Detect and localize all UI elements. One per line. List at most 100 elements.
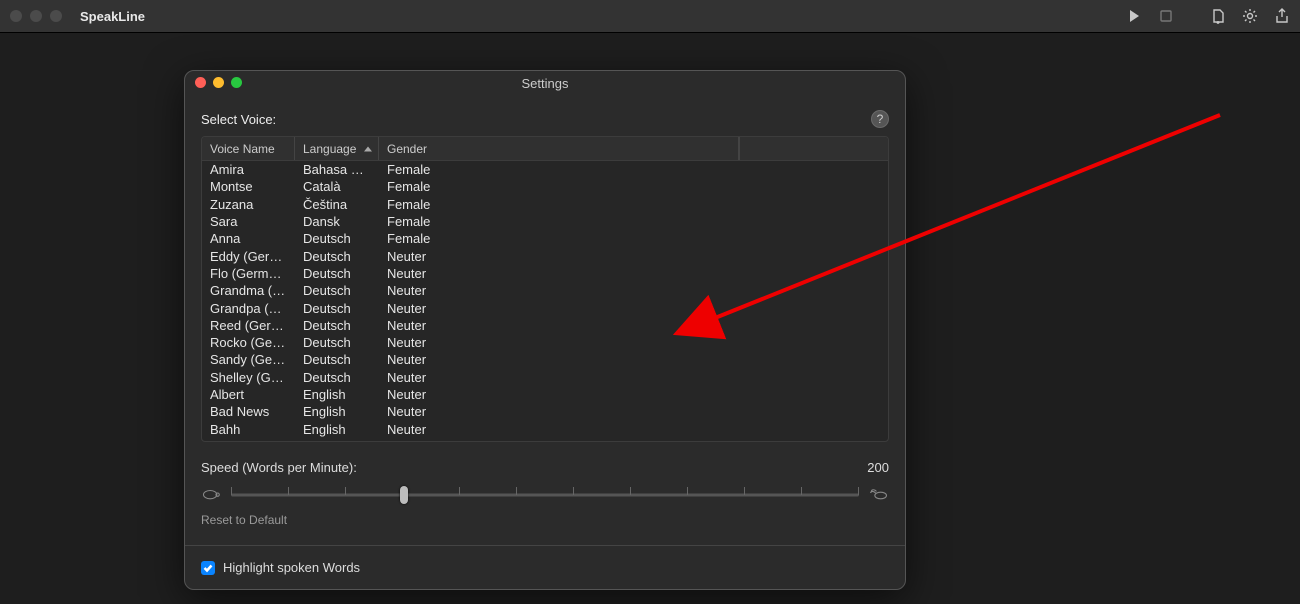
table-row[interactable]: Grandpa (Ge…DeutschNeuter xyxy=(202,299,888,316)
turtle-icon xyxy=(201,488,221,502)
cell-gender: Female xyxy=(379,197,888,212)
app-title: SpeakLine xyxy=(80,9,145,24)
settings-window: Settings Select Voice: ? Voice Name Lang… xyxy=(184,70,906,590)
highlight-label: Highlight spoken Words xyxy=(223,560,360,575)
table-row[interactable]: BahhEnglishNeuter xyxy=(202,420,888,437)
cell-language: Deutsch xyxy=(295,352,379,367)
cell-language: Deutsch xyxy=(295,335,379,350)
divider xyxy=(185,545,905,546)
cell-gender: Female xyxy=(379,214,888,229)
select-voice-label: Select Voice: xyxy=(201,112,276,127)
cell-gender: Neuter xyxy=(379,249,888,264)
stop-icon[interactable] xyxy=(1158,8,1174,24)
close-icon[interactable] xyxy=(10,10,22,22)
cell-gender: Neuter xyxy=(379,352,888,367)
column-label: Voice Name xyxy=(210,142,275,156)
cell-voice-name: Albert xyxy=(202,387,295,402)
highlight-checkbox[interactable] xyxy=(201,561,215,575)
cell-gender: Neuter xyxy=(379,318,888,333)
minimize-icon[interactable] xyxy=(30,10,42,22)
reset-to-default-button[interactable]: Reset to Default xyxy=(201,513,889,527)
cell-gender: Neuter xyxy=(379,370,888,385)
cell-gender: Female xyxy=(379,231,888,246)
cell-voice-name: Shelley (Ger… xyxy=(202,370,295,385)
cell-language: English xyxy=(295,422,379,437)
table-row[interactable]: MontseCatalàFemale xyxy=(202,178,888,195)
table-row[interactable]: Eddy (Germa…DeutschNeuter xyxy=(202,247,888,264)
table-row[interactable]: AnnaDeutschFemale xyxy=(202,230,888,247)
column-language[interactable]: Language xyxy=(295,137,379,160)
voice-table: Voice Name Language Gender AmiraBahasa M… xyxy=(201,136,889,442)
cell-language: Deutsch xyxy=(295,231,379,246)
cell-voice-name: Grandpa (Ge… xyxy=(202,301,295,316)
voice-table-header: Voice Name Language Gender xyxy=(202,137,888,161)
cell-voice-name: Flo (German (… xyxy=(202,266,295,281)
voice-table-body[interactable]: AmiraBahasa Mel…FemaleMontseCatalàFemale… xyxy=(202,161,888,441)
settings-titlebar[interactable]: Settings xyxy=(185,71,905,88)
column-spacer xyxy=(739,137,888,160)
column-label: Language xyxy=(303,142,356,156)
table-row[interactable]: Sandy (Germ…DeutschNeuter xyxy=(202,351,888,368)
speed-value: 200 xyxy=(867,460,889,475)
gear-icon[interactable] xyxy=(1242,8,1258,24)
table-row[interactable]: ZuzanaČeštinaFemale xyxy=(202,196,888,213)
cell-voice-name: Sandy (Germ… xyxy=(202,352,295,367)
cell-gender: Neuter xyxy=(379,266,888,281)
cell-language: Deutsch xyxy=(295,283,379,298)
window-controls[interactable] xyxy=(10,10,62,22)
table-row[interactable]: Flo (German (…DeutschNeuter xyxy=(202,265,888,282)
column-label: Gender xyxy=(387,142,427,156)
cell-language: Deutsch xyxy=(295,301,379,316)
cell-gender: Neuter xyxy=(379,335,888,350)
cell-language: Deutsch xyxy=(295,318,379,333)
settings-title: Settings xyxy=(185,76,905,91)
cell-language: Čeština xyxy=(295,197,379,212)
table-row[interactable]: Shelley (Ger…DeutschNeuter xyxy=(202,369,888,386)
cell-gender: Neuter xyxy=(379,283,888,298)
cell-voice-name: Grandma (Ge… xyxy=(202,283,295,298)
speed-slider[interactable] xyxy=(231,485,859,505)
help-button[interactable]: ? xyxy=(871,110,889,128)
cell-gender: Neuter xyxy=(379,422,888,437)
slider-thumb[interactable] xyxy=(400,486,408,504)
cell-language: Dansk xyxy=(295,214,379,229)
table-row[interactable]: AlbertEnglishNeuter xyxy=(202,386,888,403)
cell-voice-name: Rocko (Germ… xyxy=(202,335,295,350)
table-row[interactable]: SaraDanskFemale xyxy=(202,213,888,230)
cell-voice-name: Montse xyxy=(202,179,295,194)
cell-gender: Neuter xyxy=(379,404,888,419)
zoom-icon[interactable] xyxy=(50,10,62,22)
cell-language: Deutsch xyxy=(295,249,379,264)
cell-language: Deutsch xyxy=(295,370,379,385)
rabbit-icon xyxy=(869,488,889,502)
table-row[interactable]: Reed (Germa…DeutschNeuter xyxy=(202,317,888,334)
cell-gender: Neuter xyxy=(379,387,888,402)
cell-gender: Female xyxy=(379,179,888,194)
share-icon[interactable] xyxy=(1274,8,1290,24)
cell-language: English xyxy=(295,387,379,402)
cell-voice-name: Sara xyxy=(202,214,295,229)
cell-gender: Female xyxy=(379,162,888,177)
cell-language: Deutsch xyxy=(295,266,379,281)
cell-language: Bahasa Mel… xyxy=(295,162,379,177)
add-file-icon[interactable] xyxy=(1210,8,1226,24)
cell-voice-name: Bad News xyxy=(202,404,295,419)
column-gender[interactable]: Gender xyxy=(379,137,739,160)
cell-voice-name: Eddy (Germa… xyxy=(202,249,295,264)
cell-voice-name: Reed (Germa… xyxy=(202,318,295,333)
cell-voice-name: Zuzana xyxy=(202,197,295,212)
cell-voice-name: Bahh xyxy=(202,422,295,437)
table-row[interactable]: Rocko (Germ…DeutschNeuter xyxy=(202,334,888,351)
table-row[interactable]: Grandma (Ge…DeutschNeuter xyxy=(202,282,888,299)
cell-language: English xyxy=(295,404,379,419)
table-row[interactable]: AmiraBahasa Mel…Female xyxy=(202,161,888,178)
table-row[interactable]: Bad NewsEnglishNeuter xyxy=(202,403,888,420)
cell-voice-name: Amira xyxy=(202,162,295,177)
cell-language: Català xyxy=(295,179,379,194)
play-icon[interactable] xyxy=(1126,8,1142,24)
speed-label: Speed (Words per Minute): xyxy=(201,460,357,475)
column-voice-name[interactable]: Voice Name xyxy=(202,137,295,160)
cell-gender: Neuter xyxy=(379,301,888,316)
app-toolbar: SpeakLine xyxy=(0,0,1300,33)
cell-voice-name: Anna xyxy=(202,231,295,246)
